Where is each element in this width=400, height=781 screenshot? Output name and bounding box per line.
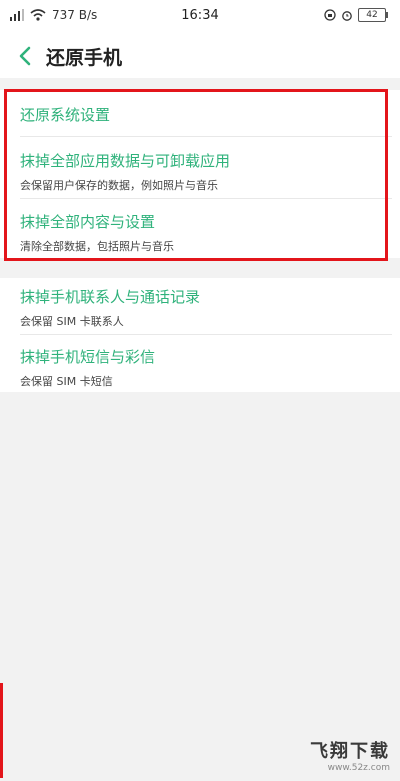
status-right: 42 — [324, 8, 388, 22]
watermark-url: www.52z.com — [327, 763, 390, 773]
item-title: 抹掉手机短信与彩信 — [20, 348, 156, 366]
alarm-icon — [342, 11, 352, 21]
rotation-lock-icon — [324, 9, 336, 21]
status-bar: 737 B/s 16:34 42 — [0, 0, 400, 34]
page-title: 还原手机 — [46, 47, 123, 69]
erase-data-card: 抹掉手机联系人与通话记录 会保留 SIM 卡联系人 抹掉手机短信与彩信 会保留 … — [8, 278, 392, 392]
item-subtitle: 会保留 SIM 卡联系人 — [20, 315, 124, 328]
item-subtitle: 会保留 SIM 卡短信 — [20, 375, 113, 388]
divider — [20, 334, 392, 335]
erase-contacts-item[interactable]: 抹掉手机联系人与通话记录 会保留 SIM 卡联系人 — [20, 286, 384, 329]
watermark: 飞翔下载 www.52z.com — [310, 737, 390, 773]
back-arrow-icon[interactable] — [12, 42, 40, 70]
erase-messages-item[interactable]: 抹掉手机短信与彩信 会保留 SIM 卡短信 — [20, 346, 384, 389]
empty-area — [0, 392, 400, 781]
watermark-name: 飞翔下载 — [310, 741, 390, 762]
app-header: 还原手机 — [0, 34, 400, 78]
section-gap — [0, 258, 400, 278]
battery-icon: 42 — [358, 8, 388, 22]
item-title: 抹掉手机联系人与通话记录 — [20, 288, 201, 306]
highlight-box — [4, 89, 388, 261]
edge-marker — [0, 683, 3, 778]
